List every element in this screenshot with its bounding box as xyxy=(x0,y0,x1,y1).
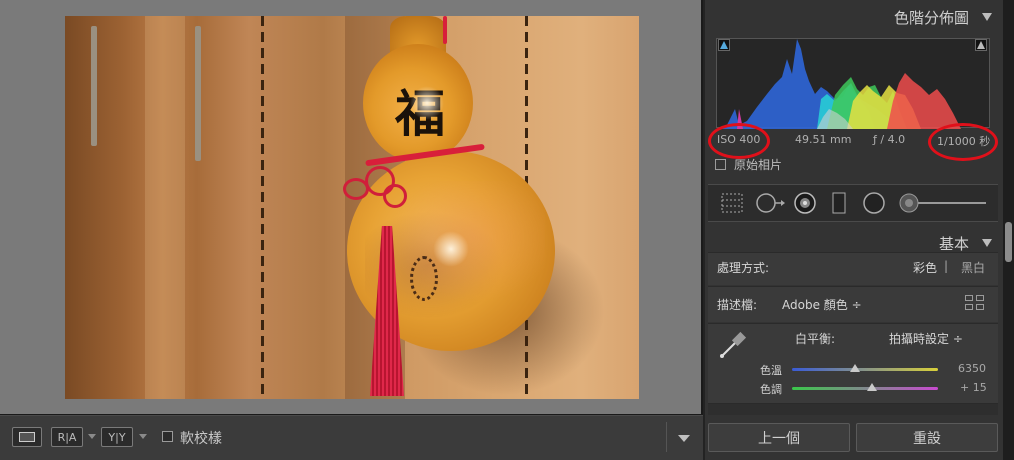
exif-focal-length: 49.51 mm xyxy=(795,133,852,146)
before-after-swap-button[interactable]: Y|Y xyxy=(101,427,133,447)
highlight-clipping-toggle[interactable] xyxy=(975,39,987,51)
exif-aperture: ƒ / 4.0 xyxy=(873,133,906,146)
original-photo-label: 原始相片 xyxy=(734,158,783,172)
hinge xyxy=(91,26,97,146)
annotation-circle-shutter xyxy=(928,123,998,161)
before-after-label: R|A xyxy=(57,430,77,444)
before-after-menu-icon[interactable] xyxy=(88,434,96,439)
toolbar-menu-icon xyxy=(678,435,690,442)
previous-button[interactable]: 上一個 xyxy=(708,423,850,452)
light-glare xyxy=(433,231,469,267)
painted-beads xyxy=(410,256,438,301)
histogram[interactable] xyxy=(716,38,990,129)
white-balance-dropdown[interactable]: 拍攝時設定 ÷ xyxy=(889,330,963,347)
original-photo-checkbox[interactable] xyxy=(715,159,726,170)
hinge xyxy=(195,26,201,161)
histogram-title: 色階分佈圖 xyxy=(893,9,969,27)
temp-label: 色溫 xyxy=(760,364,782,377)
swap-label: Y|Y xyxy=(108,430,126,444)
profile-label: 描述檔: xyxy=(717,298,758,312)
treatment-bw-option[interactable]: 黑白 xyxy=(961,259,985,276)
basic-title: 基本 xyxy=(938,235,969,253)
radial-filter-icon[interactable] xyxy=(862,192,886,214)
treatment-separator: | xyxy=(944,259,949,273)
collapse-icon[interactable] xyxy=(982,13,992,21)
tint-label: 色調 xyxy=(760,383,782,396)
histogram-graph xyxy=(717,39,961,129)
adjustment-brush-icon[interactable] xyxy=(898,192,920,214)
triangle-icon xyxy=(977,41,985,49)
temp-slider[interactable] xyxy=(792,368,938,371)
temp-value[interactable]: 6350 xyxy=(958,362,986,375)
graduated-filter-icon[interactable] xyxy=(831,192,847,214)
wood-seam xyxy=(261,16,264,399)
collapse-icon[interactable] xyxy=(982,239,992,247)
reset-button[interactable]: 重設 xyxy=(856,423,998,452)
treatment-label: 處理方式: xyxy=(717,261,770,275)
profile-dropdown[interactable]: Adobe 顏色 ÷ xyxy=(782,296,862,313)
treatment-color-option[interactable]: 彩色 xyxy=(913,259,937,276)
annotation-circle-iso xyxy=(708,123,770,159)
brush-size-slider[interactable] xyxy=(918,202,986,204)
chinese-knot xyxy=(343,178,369,200)
grid-icon[interactable] xyxy=(965,295,985,311)
crop-overlay-icon[interactable] xyxy=(720,192,744,214)
wood-plank xyxy=(145,16,185,399)
spot-removal-icon[interactable] xyxy=(755,192,785,214)
lightroom-develop-window: 福 R|A Y|Y 軟校樣 色階分佈圖 xyxy=(0,0,1014,460)
swap-menu-icon[interactable] xyxy=(139,434,147,439)
loupe-view-icon xyxy=(19,432,35,442)
panel-divider xyxy=(708,403,998,415)
tint-value[interactable]: + 15 xyxy=(960,381,987,394)
eyedropper-icon[interactable] xyxy=(717,327,751,361)
chinese-knot xyxy=(383,184,407,208)
light-glare xyxy=(410,86,444,120)
red-eye-icon[interactable] xyxy=(793,192,817,214)
histogram-header[interactable]: 色階分佈圖 xyxy=(705,2,1003,30)
white-balance-label: 白平衡: xyxy=(795,332,836,346)
photo-preview[interactable]: 福 xyxy=(65,16,639,399)
tint-slider[interactable] xyxy=(792,387,938,390)
before-after-button[interactable]: R|A xyxy=(51,427,83,447)
tint-slider-thumb[interactable] xyxy=(867,383,878,391)
temp-slider-thumb[interactable] xyxy=(849,364,860,372)
soft-proof-checkbox[interactable] xyxy=(162,431,173,442)
soft-proof-label: 軟校樣 xyxy=(180,431,222,447)
loupe-view-button[interactable] xyxy=(12,427,42,447)
triangle-icon xyxy=(720,41,728,49)
hanging-cord xyxy=(443,16,447,44)
panel-scrollbar-thumb[interactable] xyxy=(1005,222,1012,262)
shadow-clipping-toggle[interactable] xyxy=(718,39,730,51)
